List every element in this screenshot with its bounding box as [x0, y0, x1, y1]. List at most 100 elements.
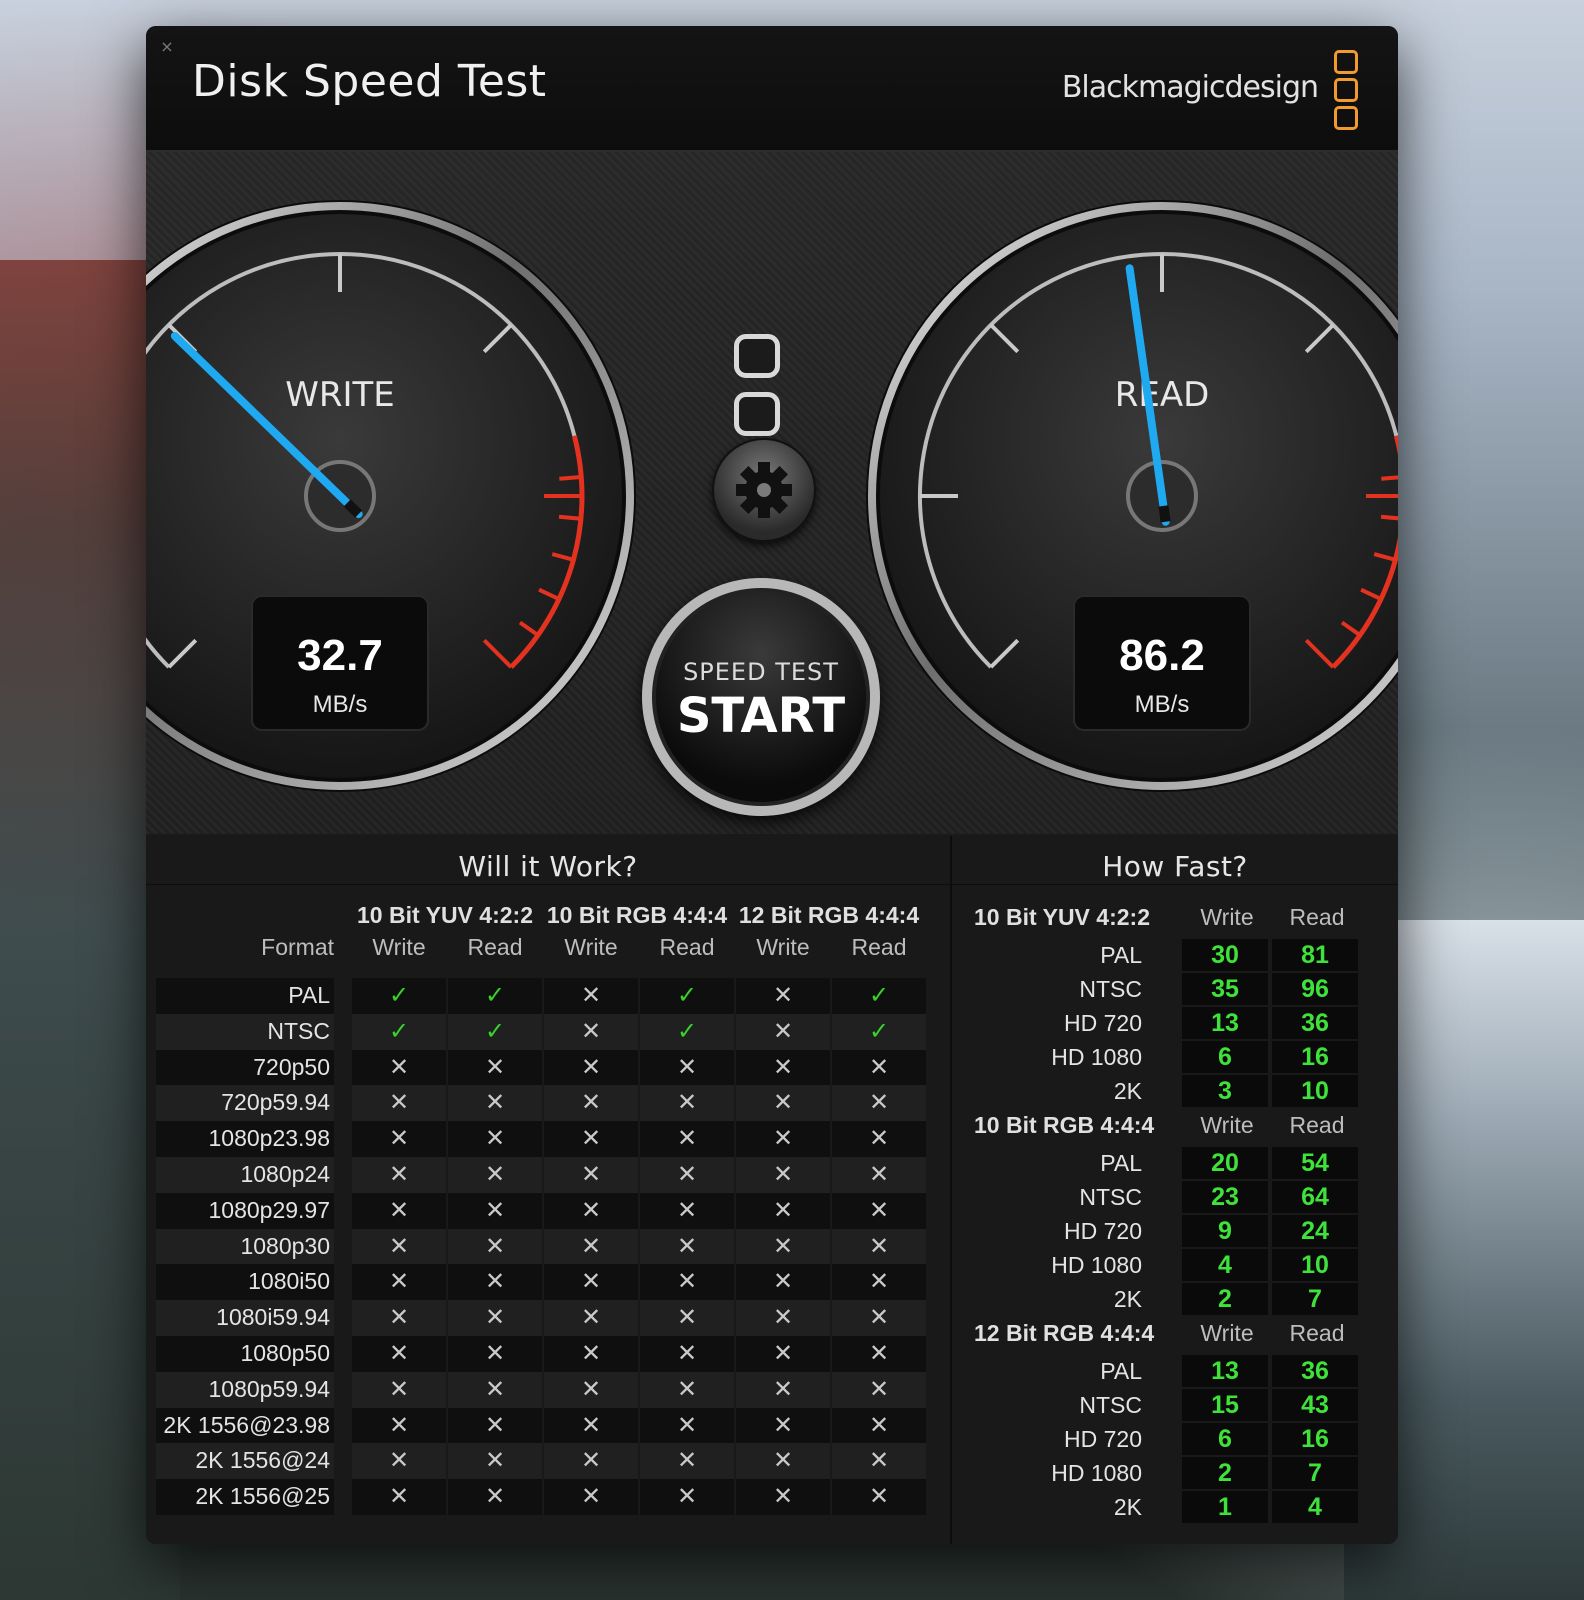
write-gauge: WRITE 32.7 MB/s	[146, 200, 636, 792]
start-button-main-label: START	[676, 688, 846, 744]
cross-icon: ✕	[544, 1371, 638, 1408]
how-fast-format-label: HD 1080	[1051, 1044, 1142, 1070]
how-fast-format-label: HD 720	[1064, 1010, 1142, 1036]
checkmark-icon: ✓	[832, 1013, 926, 1050]
gear-hole	[757, 483, 771, 497]
cross-icon: ✕	[544, 1013, 638, 1050]
how-fast-format-label: 2K	[1113, 1078, 1142, 1104]
cross-icon: ✕	[448, 1049, 542, 1086]
table-row: 1080p29.97 ✕ ✕ ✕ ✕ ✕ ✕	[156, 1192, 926, 1229]
cross-icon: ✕	[544, 1300, 638, 1336]
cross-icon: ✕	[448, 1228, 542, 1265]
write-speed-unit: MB/s	[313, 691, 368, 718]
cross-icon: ✕	[640, 1479, 734, 1515]
table-row: 1080p30 ✕ ✕ ✕ ✕ ✕ ✕	[156, 1228, 926, 1265]
app-title: Disk Speed Test	[192, 56, 547, 107]
cross-icon: ✕	[352, 1407, 446, 1444]
how-fast-write-header: Write	[1200, 1112, 1254, 1138]
cross-icon: ✕	[448, 1085, 542, 1122]
start-button[interactable]: SPEED TEST START	[642, 578, 880, 816]
how-fast-read-value: 7	[1272, 1457, 1358, 1489]
cross-icon: ✕	[544, 1443, 638, 1480]
how-fast-write-value: 6	[1182, 1041, 1268, 1073]
cross-icon: ✕	[640, 1085, 734, 1122]
cross-icon: ✕	[352, 1264, 446, 1301]
how-fast-format-label: NTSC	[1079, 1392, 1142, 1418]
how-fast-write-value: 6	[1182, 1423, 1268, 1455]
how-fast-row: PAL 30 81	[964, 938, 1384, 972]
cross-icon: ✕	[352, 1443, 446, 1480]
cross-icon: ✕	[352, 1300, 446, 1336]
how-fast-read-value: 16	[1272, 1041, 1358, 1073]
how-fast-table: 10 Bit YUV 4:2:2 Write Read PAL 30 81 NTSC 35 96…	[964, 900, 1384, 1524]
how-fast-read-value: 96	[1272, 973, 1358, 1005]
how-fast-row: PAL 13 36	[964, 1354, 1384, 1388]
how-fast-read-value: 54	[1272, 1147, 1358, 1179]
checkmark-icon: ✓	[640, 978, 734, 1014]
cross-icon: ✕	[832, 1264, 926, 1301]
cross-icon: ✕	[736, 1013, 830, 1050]
cross-icon: ✕	[736, 1443, 830, 1480]
settings-button[interactable]	[712, 438, 816, 542]
cross-icon: ✕	[448, 1335, 542, 1372]
cross-icon: ✕	[736, 1228, 830, 1265]
cross-icon: ✕	[448, 1479, 542, 1515]
how-fast-row: NTSC 15 43	[964, 1388, 1384, 1422]
how-fast-format-label: HD 720	[1064, 1218, 1142, 1244]
checkmark-icon: ✓	[640, 1013, 734, 1050]
format-label: 1080p59.94	[156, 1371, 334, 1408]
cross-icon: ✕	[640, 1300, 734, 1336]
how-fast-write-value: 35	[1182, 973, 1268, 1005]
table-row: 1080p50 ✕ ✕ ✕ ✕ ✕ ✕	[156, 1335, 926, 1372]
how-fast-write-header: Write	[1200, 904, 1254, 930]
cross-icon: ✕	[544, 1156, 638, 1193]
cross-icon: ✕	[544, 1479, 638, 1515]
wiw-column-header: Read	[851, 934, 907, 960]
read-speed-unit: MB/s	[1135, 691, 1190, 718]
how-fast-section-header: 10 Bit YUV 4:2:2 Write Read	[964, 900, 1384, 938]
how-fast-read-value: 16	[1272, 1423, 1358, 1455]
how-fast-read-header: Read	[1289, 1112, 1345, 1138]
cross-icon: ✕	[832, 1121, 926, 1157]
cross-icon: ✕	[448, 1371, 542, 1408]
wiw-rows: PAL ✓ ✓ ✕ ✓ ✕ ✓ NTSC ✓ ✓ ✕ ✓ ✕ ✓ 720p50 ✕ ✕ ✕ ✕ ✕ ✕ 720p59.94…	[156, 978, 926, 1515]
cross-icon: ✕	[736, 1479, 830, 1515]
cross-icon: ✕	[544, 1121, 638, 1157]
cross-icon: ✕	[352, 1192, 446, 1229]
cross-icon: ✕	[448, 1407, 542, 1444]
checkmark-icon: ✓	[832, 978, 926, 1014]
how-fast-read-value: 43	[1272, 1389, 1358, 1421]
write-redline-tick	[559, 475, 582, 481]
how-fast-write-value: 15	[1182, 1389, 1268, 1421]
close-icon[interactable]: ×	[156, 36, 178, 58]
checkmark-icon: ✓	[448, 978, 542, 1014]
how-fast-row: HD 720 13 36	[964, 1006, 1384, 1040]
cross-icon: ✕	[832, 1371, 926, 1408]
cross-icon: ✕	[352, 1371, 446, 1408]
how-fast-row: 2K 1 4	[964, 1490, 1384, 1524]
cross-icon: ✕	[736, 1049, 830, 1086]
cross-icon: ✕	[352, 1479, 446, 1515]
how-fast-write-value: 2	[1182, 1457, 1268, 1489]
how-fast-section-header: 10 Bit RGB 4:4:4 Write Read	[964, 1108, 1384, 1146]
cross-icon: ✕	[640, 1407, 734, 1444]
how-fast-write-value: 1	[1182, 1491, 1268, 1523]
cross-icon: ✕	[736, 978, 830, 1014]
brand-logo-icon	[1334, 50, 1358, 130]
table-row: 1080p24 ✕ ✕ ✕ ✕ ✕ ✕	[156, 1156, 926, 1193]
format-label: 1080p50	[156, 1335, 334, 1372]
read-gauge: READ 86.2 MB/s	[866, 200, 1398, 792]
write-speed-value: 32.7	[297, 631, 383, 680]
cross-icon: ✕	[736, 1300, 830, 1336]
read-gauge-label: READ	[1115, 375, 1210, 415]
table-row: 1080p23.98 ✕ ✕ ✕ ✕ ✕ ✕	[156, 1121, 926, 1157]
cross-icon: ✕	[448, 1156, 542, 1193]
cross-icon: ✕	[544, 1085, 638, 1122]
cross-icon: ✕	[832, 1300, 926, 1336]
start-button-top-label: SPEED TEST	[683, 658, 839, 686]
results-panel: Will it Work? How Fast? Format 10 Bit YU…	[146, 836, 1398, 1544]
format-column-header: Format	[261, 934, 334, 960]
will-it-work-title: Will it Work?	[458, 850, 638, 883]
how-fast-write-value: 13	[1182, 1007, 1268, 1039]
format-label: 1080i50	[156, 1264, 334, 1301]
